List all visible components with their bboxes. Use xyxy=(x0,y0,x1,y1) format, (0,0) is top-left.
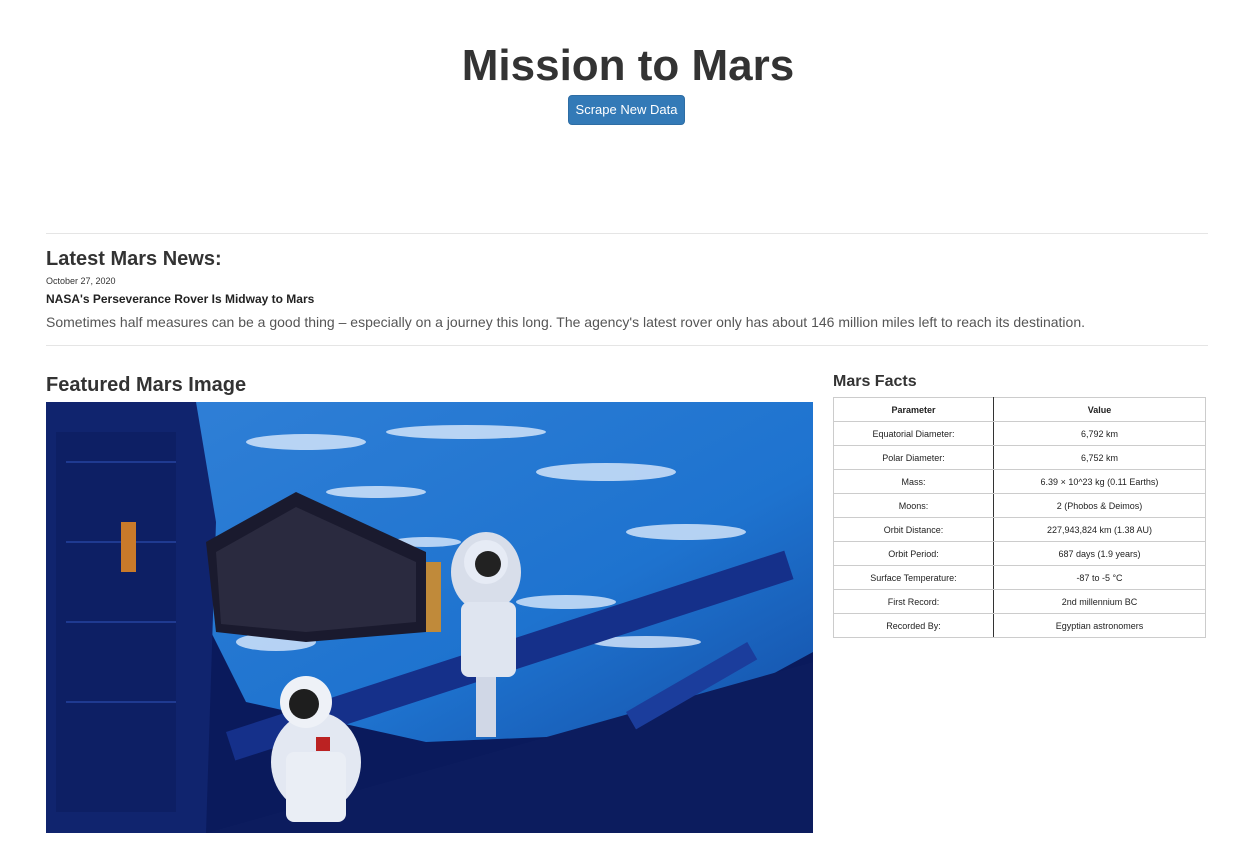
fact-value: 2nd millennium BC xyxy=(993,589,1206,614)
fact-parameter: Moons: xyxy=(833,493,994,518)
table-row: Polar Diameter: 6,752 km xyxy=(833,445,1206,470)
featured-mars-image xyxy=(46,402,813,833)
table-row: Recorded By: Egyptian astronomers xyxy=(833,613,1206,638)
fact-parameter: Recorded By: xyxy=(833,613,994,638)
fact-parameter: Polar Diameter: xyxy=(833,445,994,470)
table-row: Orbit Distance: 227,943,824 km (1.38 AU) xyxy=(833,517,1206,542)
scrape-new-data-button[interactable]: Scrape New Data xyxy=(568,95,685,125)
column-header-value: Value xyxy=(993,397,1206,422)
fact-value: 2 (Phobos & Deimos) xyxy=(993,493,1206,518)
table-row: Moons: 2 (Phobos & Deimos) xyxy=(833,493,1206,518)
news-title: NASA's Perseverance Rover Is Midway to M… xyxy=(46,292,315,306)
fact-value: 227,943,824 km (1.38 AU) xyxy=(993,517,1206,542)
fact-parameter: First Record: xyxy=(833,589,994,614)
page: Mission to Mars Scrape New Data Latest M… xyxy=(0,0,1256,849)
fact-parameter: Equatorial Diameter: xyxy=(833,421,994,446)
header: Mission to Mars Scrape New Data xyxy=(0,0,1256,160)
column-header-parameter: Parameter xyxy=(833,397,994,422)
divider-bottom xyxy=(46,345,1208,346)
featured-image-heading: Featured Mars Image xyxy=(46,374,247,396)
fact-parameter: Orbit Period: xyxy=(833,541,994,566)
page-title: Mission to Mars xyxy=(461,41,795,90)
divider-top xyxy=(46,233,1208,234)
mars-facts-heading: Mars Facts xyxy=(833,373,917,390)
table-row: Equatorial Diameter: 6,792 km xyxy=(833,421,1206,446)
fact-value: 6,792 km xyxy=(993,421,1206,446)
table-row: First Record: 2nd millennium BC xyxy=(833,589,1206,614)
fact-value: 6.39 × 10^23 kg (0.11 Earths) xyxy=(993,469,1206,494)
news-teaser: Sometimes half measures can be a good th… xyxy=(46,314,1085,330)
fact-value: 687 days (1.9 years) xyxy=(993,541,1206,566)
news-heading: Latest Mars News: xyxy=(46,248,222,270)
fact-value: Egyptian astronomers xyxy=(993,613,1206,638)
fact-parameter: Mass: xyxy=(833,469,994,494)
news-date: October 27, 2020 xyxy=(46,276,116,286)
fact-parameter: Orbit Distance: xyxy=(833,517,994,542)
table-header-row: Parameter Value xyxy=(833,397,1206,422)
mars-facts-table: Parameter Value Equatorial Diameter: 6,79… xyxy=(833,397,1206,638)
fact-value: 6,752 km xyxy=(993,445,1206,470)
table-row: Orbit Period: 687 days (1.9 years) xyxy=(833,541,1206,566)
fact-value: -87 to -5 °C xyxy=(993,565,1206,590)
table-row: Mass: 6.39 × 10^23 kg (0.11 Earths) xyxy=(833,469,1206,494)
fact-parameter: Surface Temperature: xyxy=(833,565,994,590)
table-row: Surface Temperature: -87 to -5 °C xyxy=(833,565,1206,590)
